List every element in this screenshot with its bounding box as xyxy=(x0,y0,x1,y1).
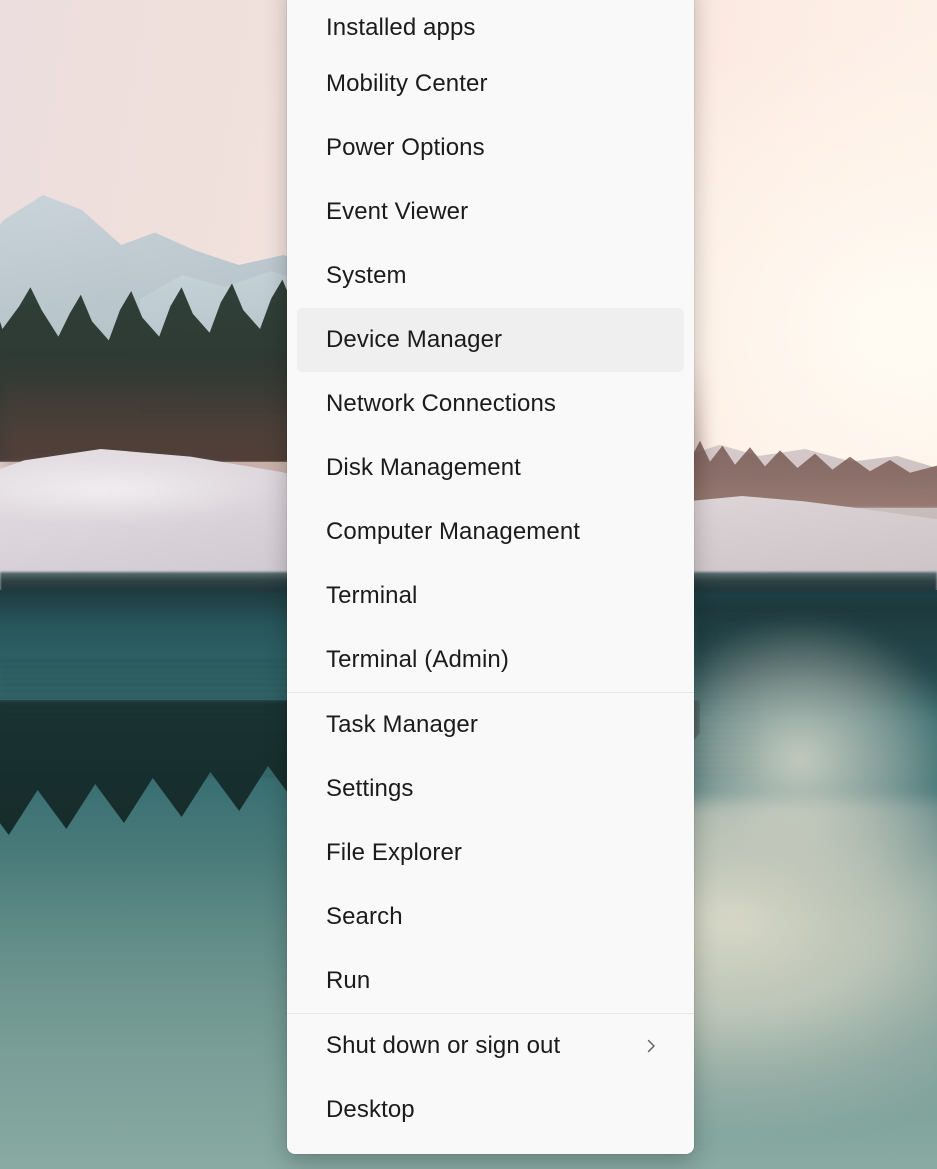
menu-item-device-manager[interactable]: Device Manager xyxy=(297,308,684,372)
menu-item-label: Search xyxy=(326,903,403,930)
menu-item-task-manager[interactable]: Task Manager xyxy=(297,693,684,757)
menu-group: Shut down or sign out Desktop xyxy=(287,1014,694,1142)
menu-item-event-viewer[interactable]: Event Viewer xyxy=(297,180,684,244)
menu-item-network-connections[interactable]: Network Connections xyxy=(297,372,684,436)
winx-quick-link-menu[interactable]: Installed apps Mobility Center Power Optio… xyxy=(287,0,694,1154)
menu-item-label: Network Connections xyxy=(326,390,557,417)
desktop-screen: Installed apps Mobility Center Power Optio… xyxy=(0,0,937,1169)
menu-item-label: Run xyxy=(326,967,371,994)
wallpaper-snowbank-highlight xyxy=(0,455,290,525)
menu-item-label: Terminal (Admin) xyxy=(326,646,509,673)
menu-item-label: Installed apps xyxy=(326,14,476,41)
menu-item-desktop[interactable]: Desktop xyxy=(297,1078,684,1142)
menu-item-label: Device Manager xyxy=(326,326,503,353)
menu-item-disk-management[interactable]: Disk Management xyxy=(297,436,684,500)
menu-item-label: Mobility Center xyxy=(326,70,488,97)
menu-item-shut-down-or-sign-out[interactable]: Shut down or sign out xyxy=(297,1014,684,1078)
menu-item-label: Settings xyxy=(326,775,414,802)
menu-item-label: Computer Management xyxy=(326,518,581,545)
menu-item-settings[interactable]: Settings xyxy=(297,757,684,821)
menu-item-file-explorer[interactable]: File Explorer xyxy=(297,821,684,885)
menu-item-installed-apps[interactable]: Installed apps xyxy=(297,0,684,52)
menu-item-label: Shut down or sign out xyxy=(326,1032,561,1059)
menu-item-label: Power Options xyxy=(326,134,485,161)
menu-group: Installed apps Mobility Center Power Optio… xyxy=(287,0,694,692)
menu-item-mobility-center[interactable]: Mobility Center xyxy=(297,52,684,116)
menu-item-label: Task Manager xyxy=(326,711,478,738)
menu-item-computer-management[interactable]: Computer Management xyxy=(297,500,684,564)
menu-item-terminal[interactable]: Terminal xyxy=(297,564,684,628)
menu-item-label: Desktop xyxy=(326,1096,415,1123)
menu-item-label: Disk Management xyxy=(326,454,521,481)
menu-item-label: File Explorer xyxy=(326,839,463,866)
menu-item-label: Event Viewer xyxy=(326,198,469,225)
menu-item-terminal-admin[interactable]: Terminal (Admin) xyxy=(297,628,684,692)
menu-item-run[interactable]: Run xyxy=(297,949,684,1013)
menu-item-label: Terminal xyxy=(326,582,418,609)
menu-item-search[interactable]: Search xyxy=(297,885,684,949)
menu-item-power-options[interactable]: Power Options xyxy=(297,116,684,180)
menu-group: Task Manager Settings File Explorer Search R… xyxy=(287,693,694,1013)
chevron-right-icon xyxy=(647,1039,655,1053)
menu-item-label: System xyxy=(326,262,407,289)
menu-item-system[interactable]: System xyxy=(297,244,684,308)
